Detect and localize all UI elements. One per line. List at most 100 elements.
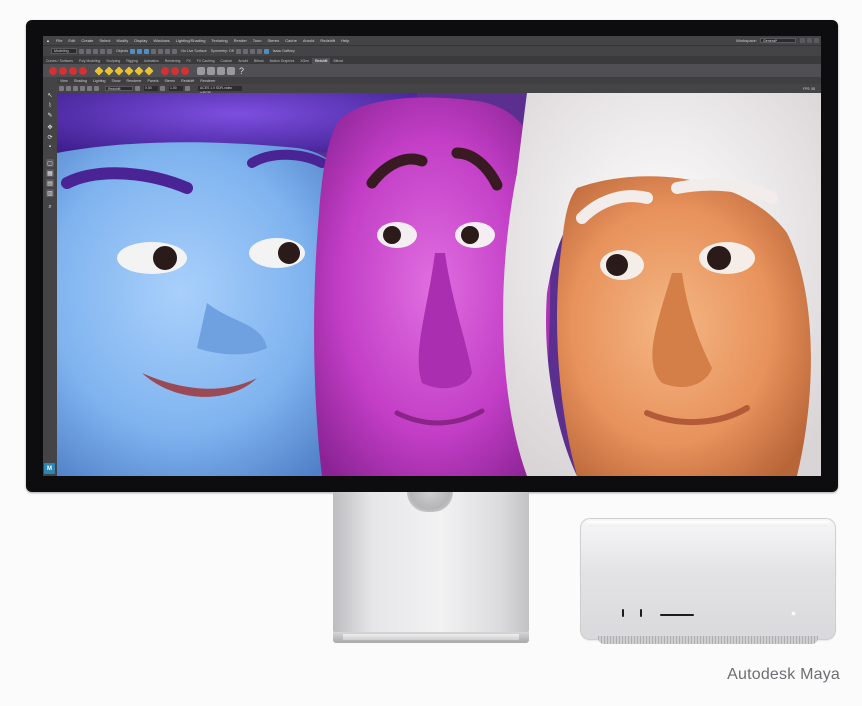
open-scene-icon[interactable] (86, 48, 91, 54)
menu-set-select[interactable]: Modeling (51, 48, 77, 54)
panel-menu-lighting[interactable]: Lighting (90, 79, 109, 83)
menu-lighting-shading[interactable]: Lighting/Shading (173, 38, 209, 43)
paint-select-icon[interactable]: ✎ (46, 111, 54, 119)
usb-c-port-icon (622, 609, 624, 617)
minimize-icon[interactable] (800, 38, 805, 43)
panel-menu-renderer-2[interactable]: Renderer (197, 79, 218, 83)
menu-create[interactable]: Create (78, 38, 96, 43)
panel-menu-show[interactable]: Show (109, 79, 124, 83)
help-icon[interactable]: ? (239, 66, 244, 76)
snap-grid-icon[interactable] (151, 48, 157, 54)
light-sun-icon[interactable] (134, 65, 144, 76)
redshift-snapshot-icon[interactable] (79, 66, 87, 75)
workspace-select[interactable]: General* (760, 38, 796, 43)
menu-render[interactable]: Render (231, 38, 250, 43)
shader-icon[interactable] (171, 66, 179, 75)
sign-in-label[interactable]: Isaac Gaffney (273, 49, 295, 53)
panel-menu-renderer[interactable]: Renderer (124, 79, 145, 83)
redshift-ipr-icon[interactable] (59, 66, 67, 75)
bookmark-icon[interactable] (66, 86, 71, 91)
wireframe-icon[interactable] (87, 86, 92, 91)
panel-menu-shading[interactable]: Shading (71, 79, 90, 83)
select-object-icon[interactable] (137, 48, 143, 54)
ipr-render-icon[interactable] (249, 48, 255, 54)
persp-layout-icon[interactable]: ▥ (46, 189, 54, 197)
select-hierarchy-icon[interactable] (130, 48, 136, 54)
select-mode-label[interactable]: Objects (116, 49, 128, 53)
menu-display[interactable]: Display (131, 38, 150, 43)
aov-icon[interactable] (197, 66, 205, 75)
move-tool-icon[interactable]: ✥ (46, 123, 54, 131)
panel-menu-stereo[interactable]: Stereo (162, 79, 179, 83)
snap-point-icon[interactable] (165, 48, 171, 54)
volume-icon[interactable] (217, 66, 225, 75)
gamma-field[interactable]: 1.00 (169, 86, 183, 91)
panel-menu-view[interactable]: View (57, 79, 71, 83)
menu-redshift[interactable]: Redshift (317, 38, 338, 43)
light-dome-icon[interactable] (124, 65, 134, 76)
panel-menu-redshift[interactable]: Redshift (178, 79, 197, 83)
render-view-icon[interactable] (235, 48, 241, 54)
camera-attributes-icon[interactable] (59, 86, 64, 91)
outliner-layout-icon[interactable]: ▤ (46, 179, 54, 187)
exposure-field[interactable]: 0.00 (144, 86, 158, 91)
workspace-label: Workspace: (735, 38, 757, 43)
menu-texturing[interactable]: Texturing (208, 38, 230, 43)
camera-select[interactable]: Redshift (105, 86, 133, 91)
menu-windows[interactable]: Windows (150, 38, 172, 43)
light-area-icon[interactable] (94, 65, 104, 76)
grid-icon[interactable] (73, 86, 78, 91)
film-gate-icon[interactable] (80, 86, 85, 91)
new-scene-icon[interactable] (79, 48, 84, 54)
light-point-icon[interactable] (104, 65, 114, 76)
scale-tool-icon[interactable]: ▪ (46, 143, 54, 151)
redshift-render-icon[interactable] (49, 66, 57, 75)
maya-window: ▲ File Edit Create Select Modify Display… (43, 36, 821, 476)
exposure-icon[interactable] (135, 86, 140, 91)
symmetry-label[interactable]: Symmetry: Off (211, 49, 234, 53)
save-scene-icon[interactable] (93, 48, 98, 54)
stand-hinge (407, 492, 453, 512)
color-management-icon[interactable] (185, 86, 190, 91)
maya-logo-icon: ▲ (46, 38, 50, 43)
live-surface-label[interactable]: No Live Surface (181, 49, 207, 53)
menu-stereo[interactable]: Stereo (264, 38, 282, 43)
light-portal-icon[interactable] (144, 65, 154, 76)
single-view-icon[interactable]: ▢ (46, 159, 54, 167)
snap-curve-icon[interactable] (158, 48, 164, 54)
maximize-icon[interactable] (807, 38, 812, 43)
panel-menu-panels[interactable]: Panels (145, 79, 162, 83)
menu-edit[interactable]: Edit (65, 38, 78, 43)
search-icon[interactable]: ⌕ (46, 203, 54, 211)
caption: Autodesk Maya (727, 666, 840, 683)
proxy-icon[interactable] (181, 66, 189, 75)
smooth-shade-icon[interactable] (94, 86, 99, 91)
redshift-stop-icon[interactable] (69, 66, 77, 75)
select-component-icon[interactable] (144, 48, 150, 54)
render-settings-icon[interactable] (256, 48, 262, 54)
menu-arnold[interactable]: Arnold (300, 38, 318, 43)
material-icon[interactable] (161, 66, 169, 75)
viewport[interactable] (57, 93, 821, 476)
undo-icon[interactable] (100, 48, 105, 54)
view-transform-select[interactable]: ACES 1.0 SDR-video (sRGB) (198, 86, 242, 95)
hypershade-icon[interactable] (263, 48, 269, 54)
lasso-tool-icon[interactable]: ⌇ (46, 101, 54, 109)
environment-icon[interactable] (227, 66, 235, 75)
menu-file[interactable]: File (53, 38, 65, 43)
menu-help[interactable]: Help (338, 38, 352, 43)
rotate-tool-icon[interactable]: ⟳ (46, 133, 54, 141)
menu-toon[interactable]: Toon (250, 38, 265, 43)
menu-modify[interactable]: Modify (113, 38, 131, 43)
select-tool-icon[interactable]: ↖ (46, 91, 54, 99)
gamma-icon[interactable] (160, 86, 165, 91)
close-icon[interactable] (814, 38, 819, 43)
redo-icon[interactable] (107, 48, 112, 54)
menu-cache[interactable]: Cache (282, 38, 300, 43)
render-frame-icon[interactable] (242, 48, 248, 54)
four-view-icon[interactable]: ▦ (46, 169, 54, 177)
light-spot-icon[interactable] (114, 65, 124, 76)
snap-view-icon[interactable] (172, 48, 178, 54)
settings-icon[interactable] (207, 66, 215, 75)
menu-select[interactable]: Select (96, 38, 113, 43)
